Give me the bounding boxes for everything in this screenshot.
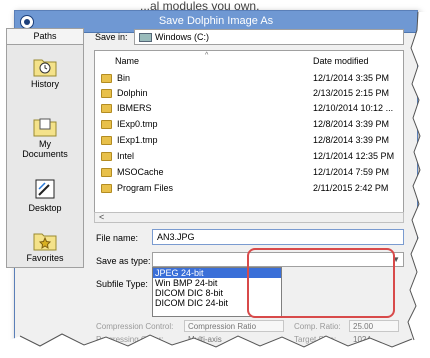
- file-row[interactable]: IBMERS 12/10/2014 10:12 ...: [95, 103, 403, 114]
- file-name: Dolphin: [117, 88, 148, 98]
- folder-icon: [101, 136, 112, 145]
- progressing-value: Multi-axis: [188, 335, 222, 344]
- path-item-history[interactable]: History: [7, 55, 83, 89]
- paths-panel: Paths History My Documents Desktop Favor…: [6, 28, 84, 268]
- favorites-folder-icon: [33, 233, 57, 251]
- file-name-label: File name:: [96, 233, 139, 243]
- highlight-annotation: [247, 248, 395, 318]
- file-row[interactable]: Bin 12/1/2014 3:35 PM: [95, 73, 403, 84]
- sort-up-icon: ^: [205, 52, 209, 59]
- compression-options: Compression Control: Compression Ratio C…: [94, 320, 406, 344]
- path-label-my-documents: My Documents: [22, 139, 68, 159]
- paths-header: Paths: [7, 29, 83, 45]
- folder-icon: [101, 89, 112, 98]
- file-date: 2/11/2015 2:42 PM: [313, 183, 389, 193]
- path-item-favorites[interactable]: Favorites: [7, 229, 83, 263]
- path-item-my-documents[interactable]: My Documents: [7, 115, 83, 159]
- file-date: 2/13/2015 2:15 PM: [313, 88, 390, 98]
- file-name: Bin: [117, 73, 131, 83]
- file-row[interactable]: IExp0.tmp 12/8/2014 3:39 PM: [95, 119, 403, 130]
- file-row[interactable]: Program Files 2/11/2015 2:42 PM: [95, 183, 403, 194]
- file-row[interactable]: Intel 12/1/2014 12:35 PM: [95, 151, 403, 162]
- progressing-order-label: Progressing Order:: [96, 335, 164, 344]
- save-in-label: Save in:: [95, 32, 128, 42]
- drive-icon: [139, 33, 152, 43]
- folder-icon: [101, 120, 112, 129]
- window-title: Save Dolphin Image As: [158, 15, 274, 27]
- file-name: IExp0.tmp: [117, 119, 158, 129]
- target-size-value: 1024: [353, 335, 371, 344]
- file-name: IExp1.tmp: [117, 135, 158, 145]
- path-item-desktop[interactable]: Desktop: [7, 179, 83, 213]
- file-row[interactable]: MSOCache 12/1/2014 7:59 PM: [95, 167, 403, 178]
- subfile-type-label: Subfile Type:: [96, 279, 148, 289]
- folder-icon: [101, 168, 112, 177]
- path-label-desktop: Desktop: [28, 203, 62, 213]
- scroll-left-icon[interactable]: <: [99, 212, 104, 222]
- folder-icon: [101, 184, 112, 193]
- file-date: 12/1/2014 7:59 PM: [313, 167, 390, 177]
- comp-ratio-value: 25.00: [353, 322, 374, 331]
- path-label-history: History: [30, 79, 59, 89]
- folder-icon: [101, 152, 112, 161]
- column-header-name[interactable]: Name: [115, 51, 139, 71]
- file-list[interactable]: Name ^ Date modified Bin 12/1/2014 3:35 P…: [94, 50, 404, 214]
- folder-icon: [101, 104, 112, 113]
- documents-folder-icon: [33, 118, 57, 137]
- file-date: 12/8/2014 3:39 PM: [313, 119, 390, 129]
- compression-control-label: Compression Control:: [96, 322, 174, 331]
- history-folder-icon: [33, 59, 57, 77]
- file-date: 12/10/2014 10:12 ...: [313, 103, 394, 113]
- file-name: Intel: [117, 151, 135, 161]
- file-row[interactable]: Dolphin 2/13/2015 2:15 PM: [95, 88, 403, 99]
- save-as-type-label: Save as type:: [96, 256, 151, 266]
- comp-ratio-label: Comp. Ratio:: [294, 322, 341, 331]
- file-name: Program Files: [117, 183, 174, 193]
- file-date: 12/8/2014 3:39 PM: [313, 135, 390, 145]
- file-name-input[interactable]: AN3.JPG: [152, 229, 404, 245]
- target-size-label: Target Size:: [294, 335, 337, 344]
- save-in-dropdown[interactable]: Windows (C:): [134, 29, 404, 45]
- file-date: 12/1/2014 3:35 PM: [313, 73, 390, 83]
- compression-value: Compression Ratio: [188, 322, 257, 331]
- desktop-icon: [35, 179, 55, 199]
- file-name: IBMERS: [117, 103, 152, 113]
- column-header-date[interactable]: Date modified: [313, 51, 369, 71]
- file-row[interactable]: IExp1.tmp 12/8/2014 3:39 PM: [95, 135, 403, 146]
- file-name: MSOCache: [117, 167, 164, 177]
- horizontal-scrollbar[interactable]: <: [94, 212, 404, 223]
- folder-icon: [101, 74, 112, 83]
- path-label-favorites: Favorites: [26, 253, 64, 263]
- file-date: 12/1/2014 12:35 PM: [313, 151, 395, 161]
- save-in-value: Windows (C:): [155, 32, 210, 42]
